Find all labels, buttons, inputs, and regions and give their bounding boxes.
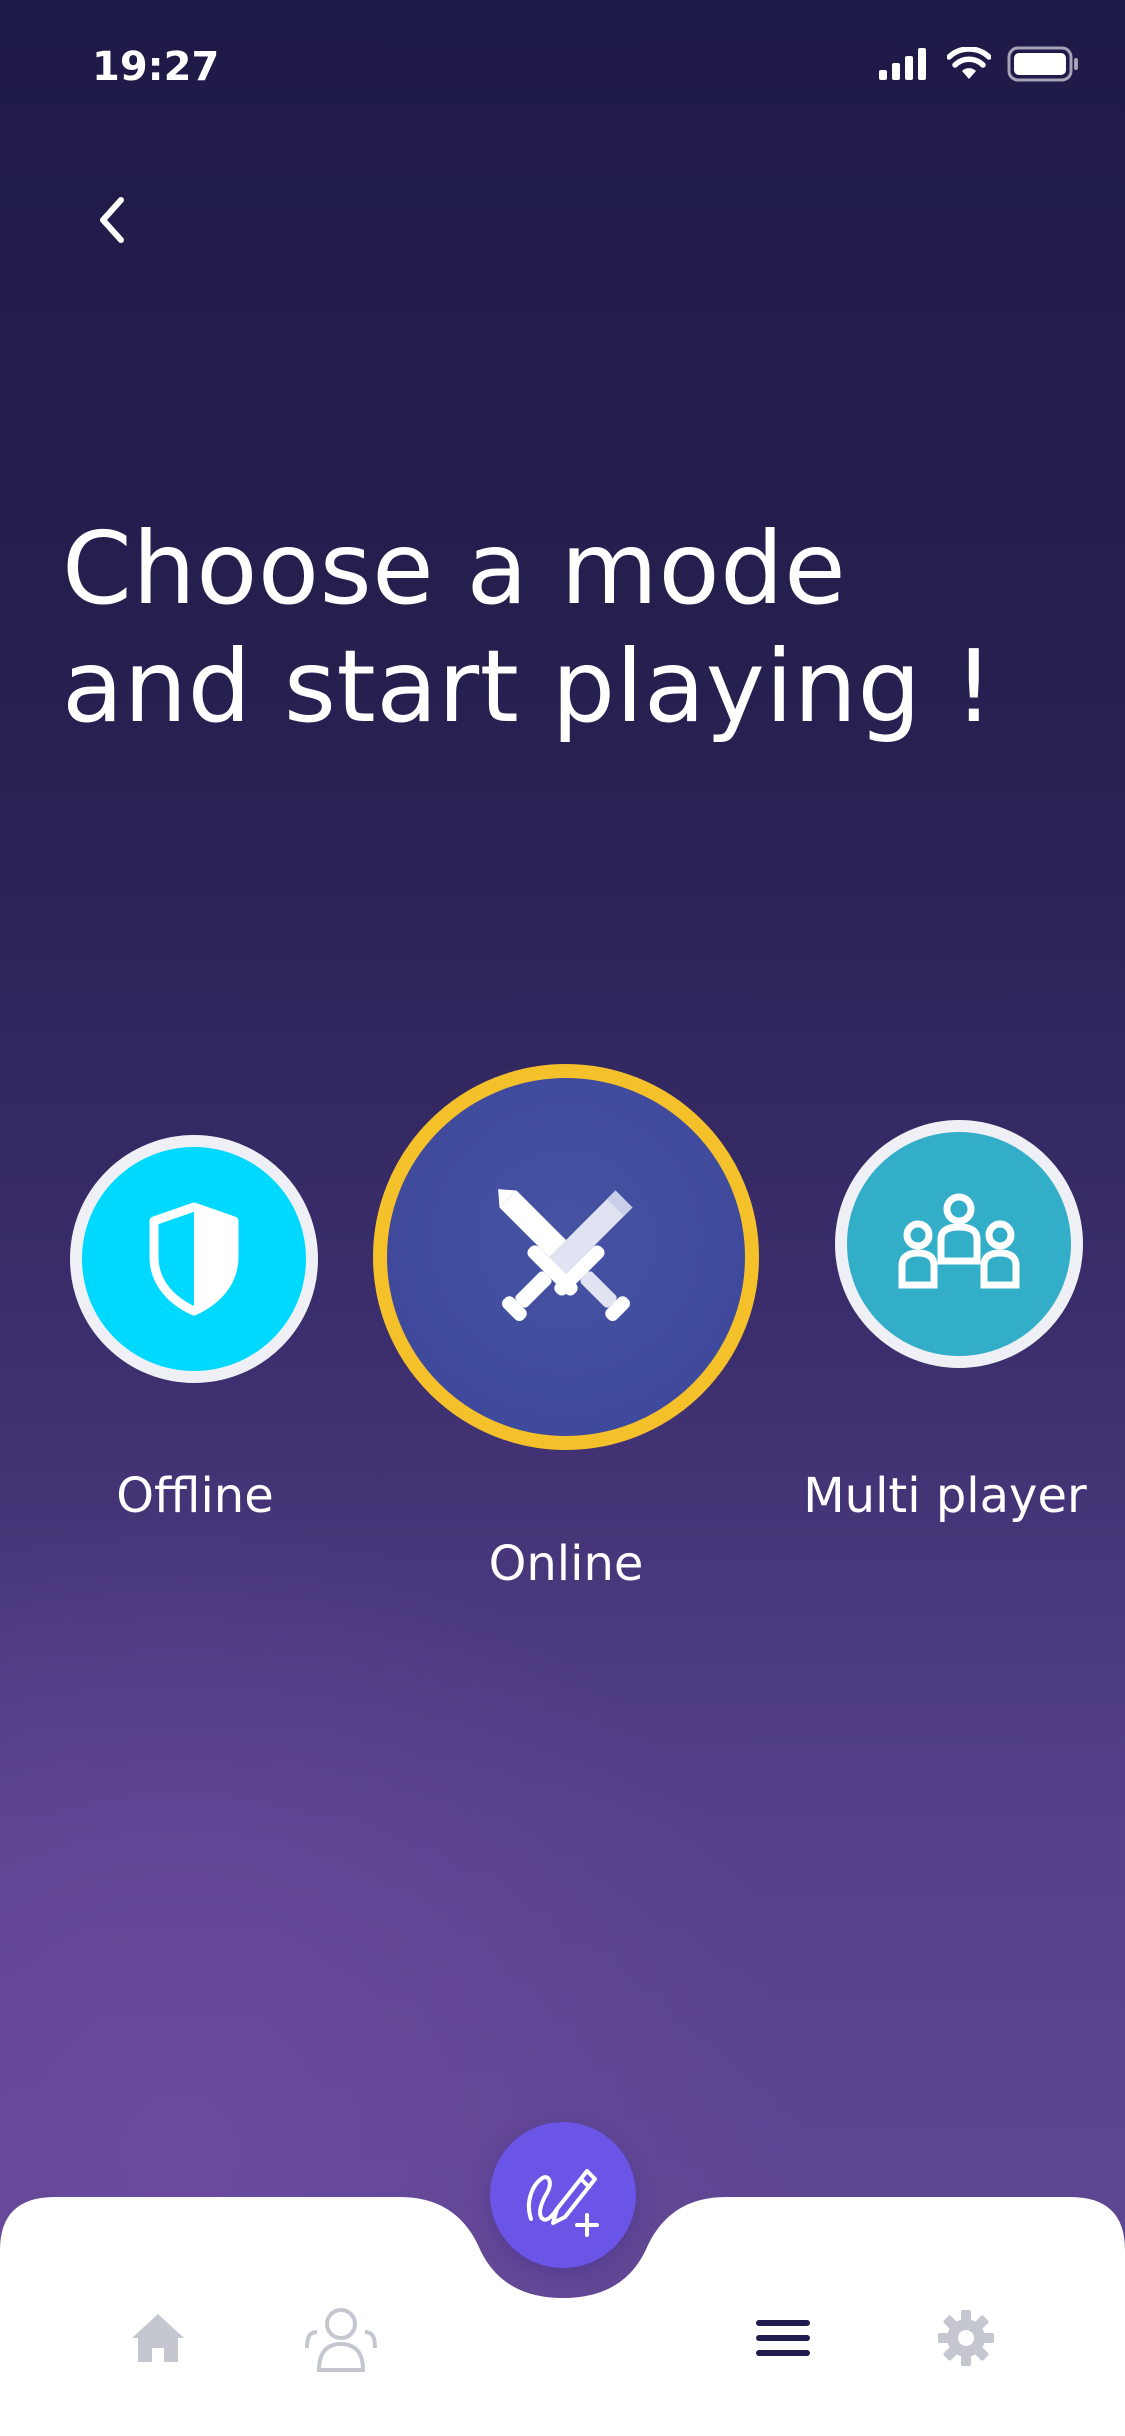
page-title-line-1: Choose a mode <box>62 510 847 627</box>
chevron-left-icon <box>100 197 124 243</box>
friends-icon <box>305 2308 377 2372</box>
mode-multiplayer-label: Multi player <box>803 1468 1087 1524</box>
mode-multiplayer-button[interactable] <box>835 1120 1083 1368</box>
tab-settings[interactable] <box>926 2298 1006 2378</box>
tab-home[interactable] <box>118 2298 198 2378</box>
mode-online-button[interactable] <box>373 1064 759 1450</box>
group-icon <box>898 1193 1020 1289</box>
wifi-icon <box>947 47 991 79</box>
draw-add-icon <box>526 2169 599 2237</box>
mode-select-screen: 19:27 Choose a mode and start playing ! … <box>0 0 1125 2436</box>
signal-icon <box>879 48 926 80</box>
status-bar: 19:27 <box>0 0 1125 140</box>
mode-offline-button[interactable] <box>70 1135 318 1383</box>
mode-online-label: Online <box>488 1536 644 1592</box>
shield-icon <box>149 1202 239 1316</box>
mode-offline-label: Offline <box>116 1468 274 1524</box>
home-icon <box>132 2314 184 2362</box>
status-time: 19:27 <box>92 44 220 90</box>
tab-menu[interactable] <box>743 2298 823 2378</box>
battery-icon <box>1007 46 1078 82</box>
page-title: Choose a mode and start playing ! <box>62 510 1062 746</box>
draw-add-button[interactable] <box>490 2122 636 2268</box>
back-button[interactable] <box>80 180 144 260</box>
gear-icon <box>938 2310 994 2366</box>
page-title-line-2: and start playing ! <box>62 628 995 745</box>
menu-icon <box>756 2320 810 2356</box>
tab-friends[interactable] <box>300 2298 380 2378</box>
crossed-swords-icon <box>498 1189 633 1321</box>
status-icons <box>879 46 1079 82</box>
